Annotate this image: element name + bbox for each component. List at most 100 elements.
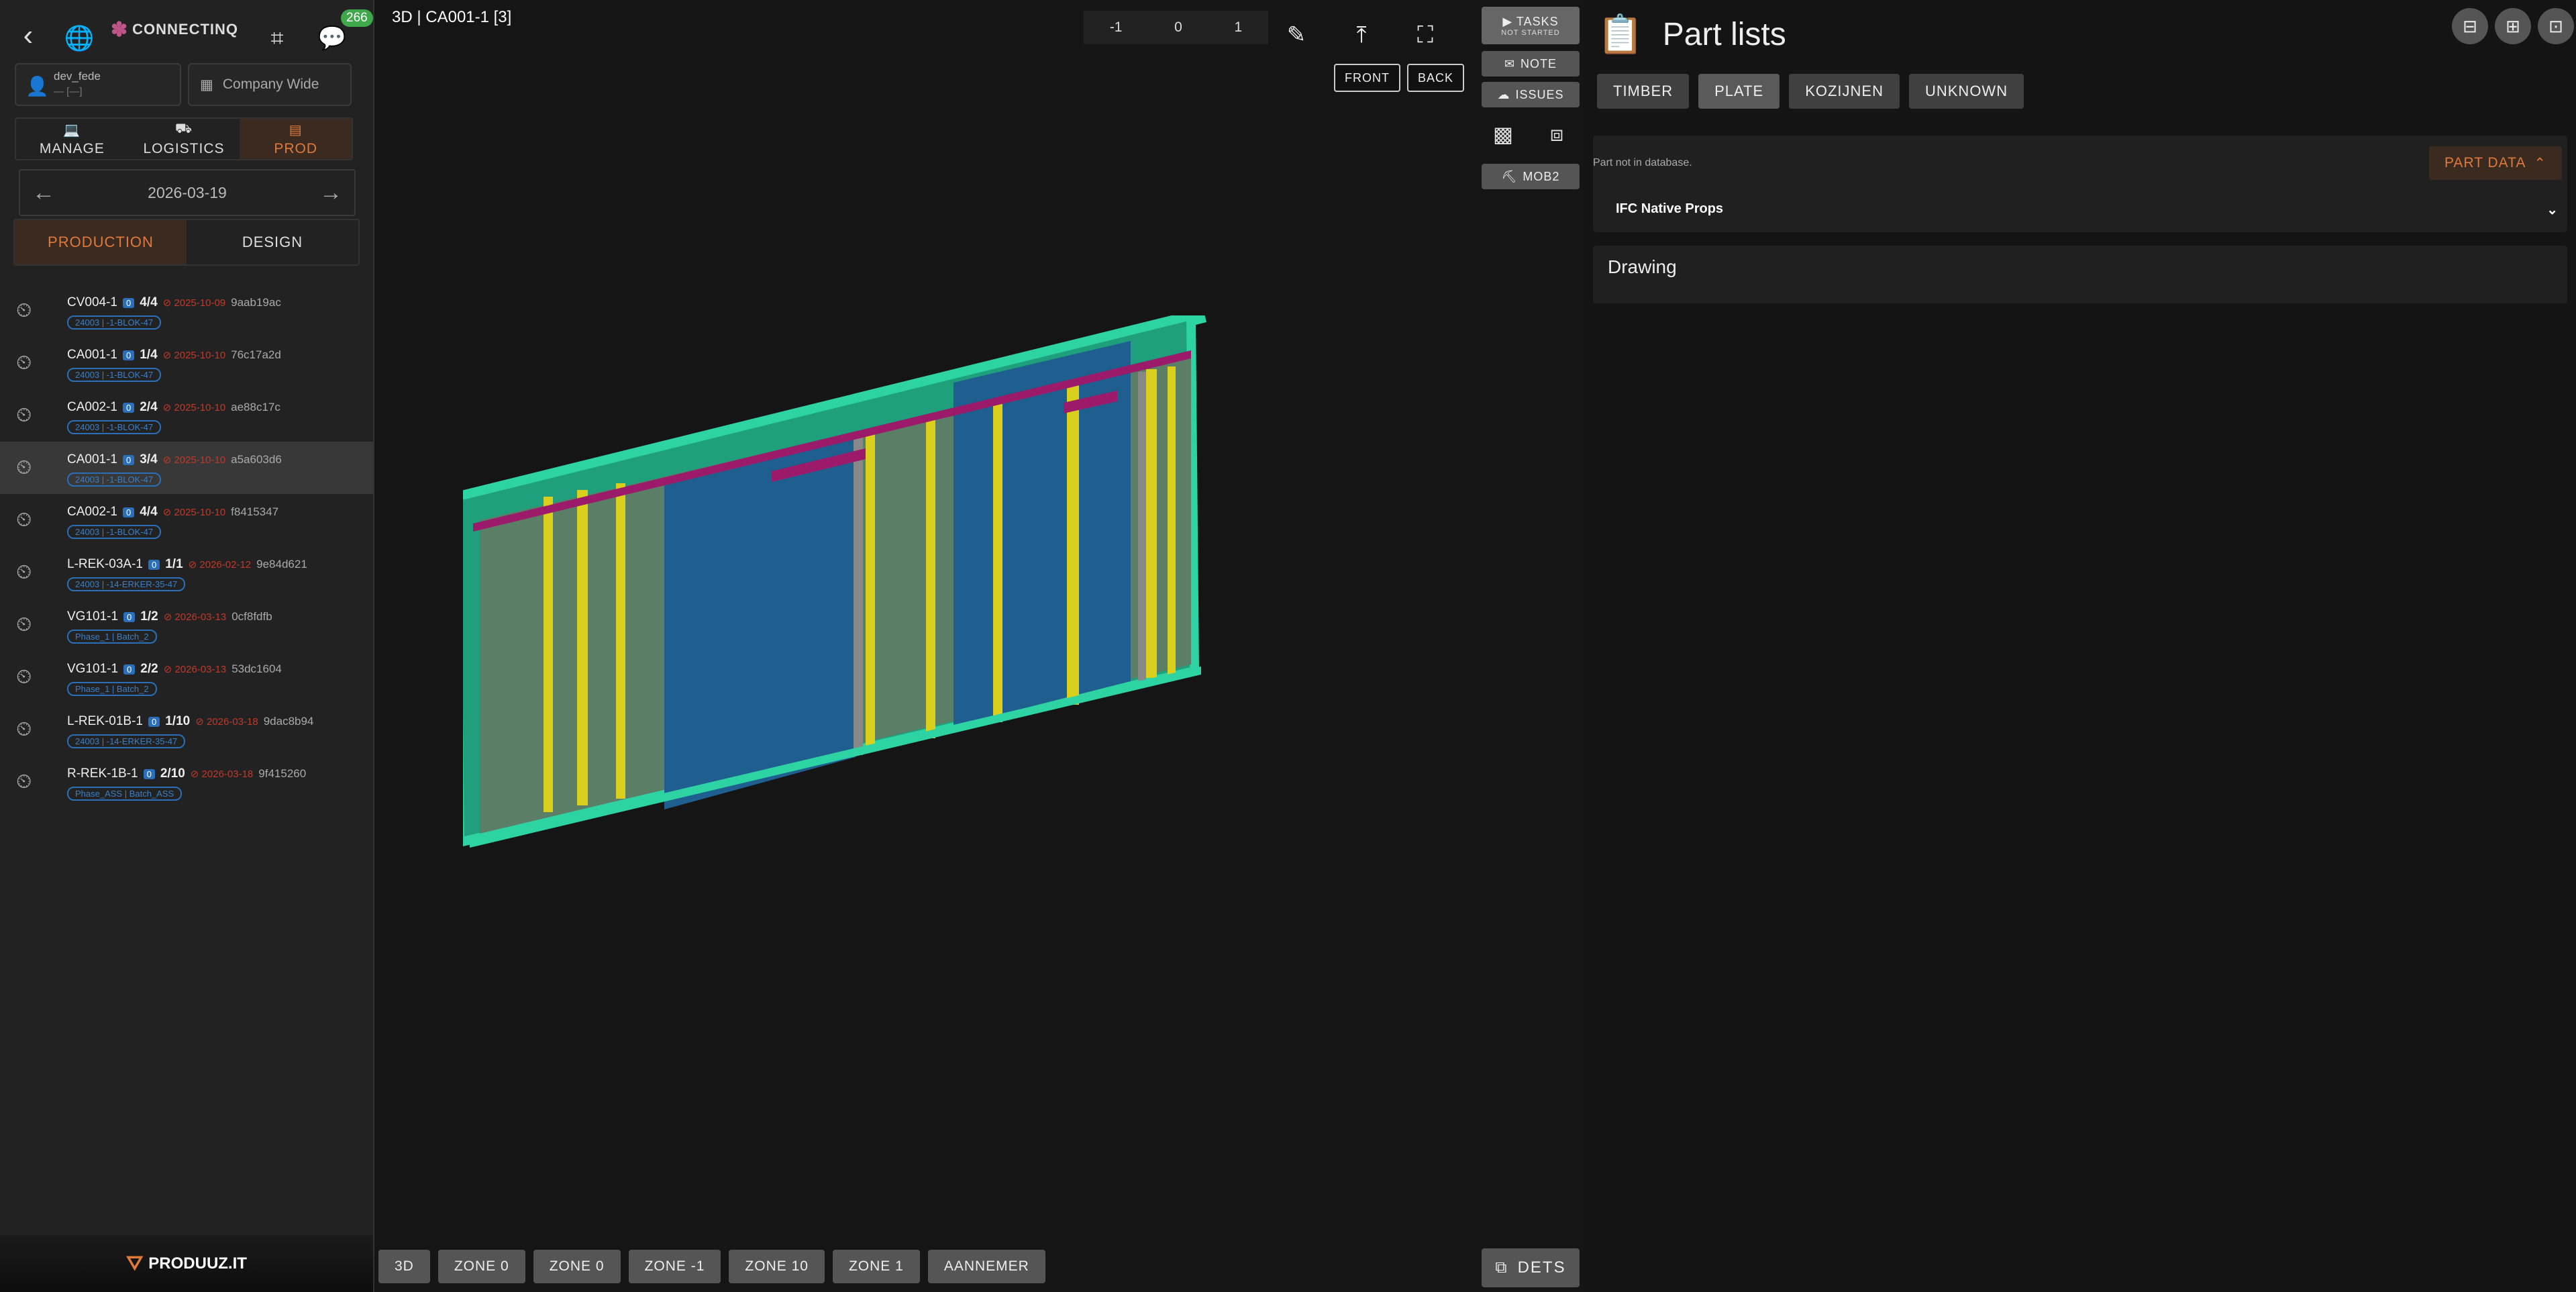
logo-mark-icon: ✽ <box>111 18 129 41</box>
job-due-text: 2026-03-13 <box>174 611 227 623</box>
scan-frame-icon[interactable]: ⧈ <box>1543 121 1570 148</box>
wall-panel-model[interactable] <box>463 315 1228 852</box>
job-row[interactable]: ⏲ CA001-1 0 3/4 ⊘ 2025-10-10 a5a603d6 24003 | … <box>0 442 373 494</box>
collapse-panel-icon[interactable]: ⊟ <box>2452 8 2488 44</box>
tab-logistics[interactable]: ⛟ LOGISTICS <box>128 119 240 159</box>
job-due-date: ⊘ 2025-10-10 <box>162 454 226 466</box>
chat-icon[interactable]: 💬 <box>318 24 346 52</box>
tab-production[interactable]: PRODUCTION <box>15 220 187 264</box>
job-row[interactable]: ⏲ L-REK-03A-1 0 1/1 ⊘ 2026-02-12 9e84d621 2400… <box>0 546 373 599</box>
building-icon: ▦ <box>200 77 213 93</box>
job-code: CA002-1 <box>67 400 117 414</box>
tasks-label: ▶ TASKS <box>1502 14 1559 28</box>
post-grey <box>854 433 863 755</box>
job-due-date: ⊘ 2026-02-12 <box>188 559 252 570</box>
job-row[interactable]: ⏲ CA002-1 0 4/4 ⊘ 2025-10-10 f8415347 24003 | … <box>0 494 373 546</box>
app-root: ‹ 🌐 ✽ CONNECTINQ ⌗ 💬 266 👤 dev_fede — [—]… <box>0 0 2576 1292</box>
job-code: VG101-1 <box>67 662 119 676</box>
fit-view-icon[interactable]: ⛶ <box>1410 20 1440 50</box>
job-count: 3/4 <box>140 452 158 466</box>
next-date-arrow-icon[interactable]: → <box>319 180 342 206</box>
job-hash: 76c17a2d <box>231 348 281 361</box>
issues-button[interactable]: ☁ ISSUES <box>1482 82 1580 107</box>
zone-button[interactable]: ZONE 0 <box>533 1250 621 1283</box>
company-selector[interactable]: ▦ Company Wide <box>188 63 352 106</box>
tab-timber[interactable]: TIMBER <box>1597 74 1690 109</box>
zone-plus[interactable]: 1 <box>1234 19 1242 36</box>
job-row[interactable]: ⏲ CA001-1 0 1/4 ⊘ 2025-10-10 76c17a2d 24003 | … <box>0 337 373 389</box>
zone-minus[interactable]: -1 <box>1110 19 1123 36</box>
job-count: 1/4 <box>140 348 158 362</box>
job-row[interactable]: ⏲ L-REK-01B-1 0 1/10 ⊘ 2026-03-18 9dac8b94 240… <box>0 703 373 756</box>
job-clock-icon: ⏲ <box>16 404 32 426</box>
job-row[interactable]: ⏲ R-REK-1B-1 0 2/10 ⊘ 2026-03-18 9f415260 Phas… <box>0 756 373 808</box>
globe-icon[interactable]: 🌐 <box>64 23 95 54</box>
model-viewer[interactable]: 3D | CA001-1 [3] -1 0 1 ✎ ⤒ ⛶ FRONT BACK… <box>376 0 1584 1292</box>
tab-manage-label: MANAGE <box>39 140 105 156</box>
job-row[interactable]: ⏲ VG101-1 0 1/2 ⊘ 2026-03-13 0cf8fdfb Phase_1 … <box>0 599 373 651</box>
category-tabs: TIMBER PLATE KOZIJNEN UNKNOWN <box>1597 74 2024 109</box>
job-tag: 24003 | -14-ERKER-35-47 <box>67 734 186 748</box>
zone-button[interactable]: ZONE 0 <box>437 1250 525 1283</box>
job-due-text: 2026-03-13 <box>174 664 227 675</box>
qr-code-icon[interactable]: ▩ <box>1490 121 1516 148</box>
job-row[interactable]: ⏲ VG101-1 0 2/2 ⊘ 2026-03-13 53dc1604 Phase_1 … <box>0 651 373 703</box>
job-hash: 9aab19ac <box>231 296 281 309</box>
job-tag: 24003 | -1-BLOK-47 <box>67 315 162 330</box>
upload-icon[interactable]: ⤒ <box>1347 20 1376 50</box>
mob-button[interactable]: ⛏ MOB2 <box>1482 164 1580 189</box>
tab-prod[interactable]: ▤ PROD <box>240 119 352 159</box>
job-line: L-REK-03A-1 0 1/1 ⊘ 2026-02-12 9e84d621 <box>67 557 307 572</box>
job-row[interactable]: ⏲ CA002-1 0 2/4 ⊘ 2025-10-10 ae88c17c 24003 | … <box>0 389 373 442</box>
ifc-props-accordion[interactable]: IFC Native Props ⌄ <box>1616 201 2558 218</box>
current-date[interactable]: 2026-03-19 <box>148 184 227 202</box>
zone-current[interactable]: 0 <box>1174 19 1182 36</box>
job-queue-badge: 0 <box>123 507 135 517</box>
zone-button[interactable]: ZONE 1 <box>832 1250 920 1283</box>
drawing-section[interactable]: Drawing <box>1593 246 2567 303</box>
job-due-date: ⊘ 2025-10-09 <box>162 297 226 309</box>
job-code: R-REK-1B-1 <box>67 766 138 781</box>
job-clock-icon: ⏲ <box>16 666 32 688</box>
expand-panel-icon[interactable]: ⊡ <box>2538 8 2574 44</box>
job-count: 2/4 <box>140 400 158 414</box>
company-label: Company Wide <box>222 77 319 92</box>
job-hash: 9e84d621 <box>256 558 307 570</box>
note-icon: ✉ <box>1504 56 1516 70</box>
qr-scan-icon[interactable]: ⌗ <box>263 24 291 52</box>
clipboard-list-icon: 📋 <box>1597 13 1644 55</box>
back-view-button[interactable]: BACK <box>1407 64 1465 92</box>
chevron-up-icon: ⌃ <box>2534 155 2547 171</box>
dets-label: DETS <box>1517 1258 1566 1277</box>
tasks-button[interactable]: ▶ TASKS NOT STARTED <box>1482 7 1580 44</box>
user-selector[interactable]: 👤 dev_fede — [—] <box>15 63 181 106</box>
tab-plate[interactable]: PLATE <box>1698 74 1780 109</box>
job-line: R-REK-1B-1 0 2/10 ⊘ 2026-03-18 9f415260 <box>67 766 306 781</box>
job-due-date: ⊘ 2026-03-13 <box>163 664 227 675</box>
tab-kozijnen[interactable]: KOZIJNEN <box>1789 74 1900 109</box>
prev-date-arrow-icon[interactable]: ← <box>32 180 55 206</box>
tab-manage[interactable]: 💻 MANAGE <box>16 119 128 159</box>
dets-button[interactable]: ⧉ DETS <box>1482 1248 1580 1287</box>
back-chevron-icon[interactable]: ‹ <box>15 19 42 52</box>
tab-unknown[interactable]: UNKNOWN <box>1908 74 2024 109</box>
job-row[interactable]: ⏲ CV004-1 0 4/4 ⊘ 2025-10-09 9aab19ac 24003 | … <box>0 285 373 337</box>
job-tag: 24003 | -1-BLOK-47 <box>67 420 162 434</box>
user-name: dev_fede <box>54 70 101 83</box>
zone-button[interactable]: ZONE 10 <box>729 1250 825 1283</box>
note-button[interactable]: ✉ NOTE <box>1482 51 1580 77</box>
view-3d-button[interactable]: 3D <box>378 1250 430 1283</box>
job-count: 2/10 <box>160 766 185 781</box>
tab-design[interactable]: DESIGN <box>187 220 358 264</box>
part-data-toggle[interactable]: PART DATA ⌃ <box>2429 146 2562 180</box>
chevron-down-icon: ⌄ <box>2546 203 2558 217</box>
front-view-button[interactable]: FRONT <box>1334 64 1400 92</box>
aannemer-button[interactable]: AANNEMER <box>927 1250 1045 1283</box>
job-hash: a5a603d6 <box>231 453 282 466</box>
grid-layout-icon[interactable]: ⊞ <box>2495 8 2531 44</box>
zone-button[interactable]: ZONE -1 <box>628 1250 721 1283</box>
note-label: NOTE <box>1521 56 1557 70</box>
job-clock-icon: ⏲ <box>16 771 32 793</box>
job-hash: f8415347 <box>231 505 279 518</box>
measure-pen-icon[interactable]: ✎ <box>1282 20 1311 50</box>
